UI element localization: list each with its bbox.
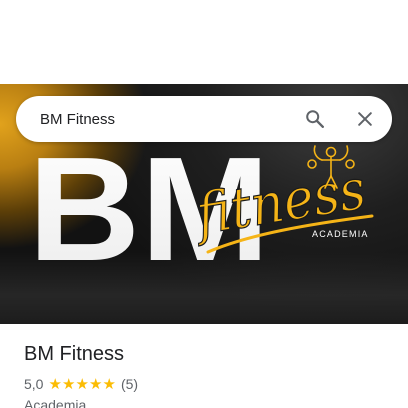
search-button[interactable] [297,101,333,137]
star-icon: ★ [88,374,103,393]
star-icon: ★ [48,374,62,393]
maps-viewport: BM fitness ACADEMIA BM Fitness BM Fitnes… [0,0,408,408]
star-icon: ★ [75,374,89,393]
search-input[interactable] [40,104,297,134]
review-count-link[interactable]: (5) [121,376,138,392]
rating-stars: ★ ★ ★ ★ ★ [48,374,116,393]
close-icon [358,112,372,126]
search-box[interactable] [16,96,392,142]
logo-subtitle: ACADEMIA [312,229,369,239]
clear-search-button[interactable] [347,101,383,137]
place-category: Academia [24,397,87,408]
place-title: BM Fitness [24,343,125,365]
rating-value: 5,0 [24,376,44,392]
star-icon: ★ [102,374,116,393]
star-icon: ★ [61,374,76,393]
search-icon [306,110,324,128]
rating-row: 5,0 ★ ★ ★ ★ ★ (5) [24,375,138,393]
